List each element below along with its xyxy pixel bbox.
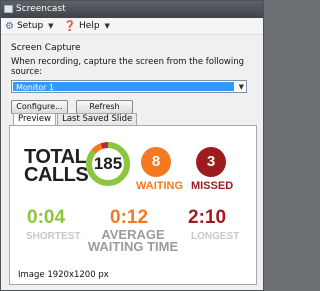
missed-label: MISSED: [191, 180, 234, 192]
help-icon: ❓: [63, 20, 77, 32]
title-bar: Screencast: [1, 1, 263, 18]
configure-button[interactable]: Configure...: [11, 100, 68, 114]
capture-source-value: Monitor 1: [13, 82, 234, 92]
missed-count-badge: 3: [196, 147, 226, 177]
tab-preview[interactable]: Preview: [13, 113, 57, 125]
tab-last-saved-slide[interactable]: Last Saved Slide: [57, 113, 138, 125]
waiting-count-badge: 8: [141, 147, 171, 177]
capture-source-select[interactable]: Monitor 1 ▼: [11, 80, 247, 93]
menu-help[interactable]: ❓ Help ▼: [64, 21, 110, 32]
shortest-label: SHORTEST: [26, 231, 81, 242]
preview-dashboard: TOTAL CALLS 185 8 WAITING 3 MISSED 0:04 …: [24, 140, 246, 262]
window-title: Screencast: [16, 4, 66, 14]
menu-setup-label: Setup: [16, 21, 44, 31]
total-calls-value: 185: [93, 154, 123, 173]
menu-help-label: Help: [79, 21, 100, 31]
shortest-time-value: 0:04: [27, 207, 66, 228]
screencast-window: Screencast ⚙ Setup ▼ ❓ Help ▼ Screen Cap…: [0, 0, 264, 291]
average-time-value: 0:12: [110, 207, 149, 228]
total-label-line2: CALLS: [24, 164, 89, 186]
menu-setup[interactable]: ⚙ Setup ▼: [5, 21, 54, 32]
waiting-label: WAITING: [136, 180, 184, 192]
refresh-button[interactable]: Refresh: [76, 100, 133, 114]
total-calls-ring: 185: [85, 141, 131, 187]
capture-instruction: When recording, capture the screen from …: [11, 57, 245, 77]
gear-icon: ⚙: [5, 20, 14, 32]
chevron-down-icon: ▼: [48, 22, 54, 30]
chevron-down-icon[interactable]: ▼: [239, 81, 244, 94]
total-calls-label: TOTAL CALLS: [24, 147, 89, 186]
average-label-line2: WAITING TIME: [87, 239, 179, 254]
section-heading: Screen Capture: [11, 43, 81, 53]
tab-strip: Preview Last Saved Slide: [13, 113, 138, 125]
chevron-down-icon: ▼: [104, 22, 110, 30]
menu-bar: ⚙ Setup ▼ ❓ Help ▼: [1, 18, 263, 35]
preview-panel: TOTAL CALLS 185 8 WAITING 3 MISSED 0:04 …: [9, 125, 257, 285]
longest-label: LONGEST: [191, 231, 240, 242]
longest-time-value: 2:10: [188, 207, 227, 228]
screen-capture-section: Screen Capture When recording, capture t…: [11, 43, 256, 114]
image-size-info: Image 1920x1200 px: [18, 270, 109, 280]
screencast-app-icon: [4, 5, 13, 13]
